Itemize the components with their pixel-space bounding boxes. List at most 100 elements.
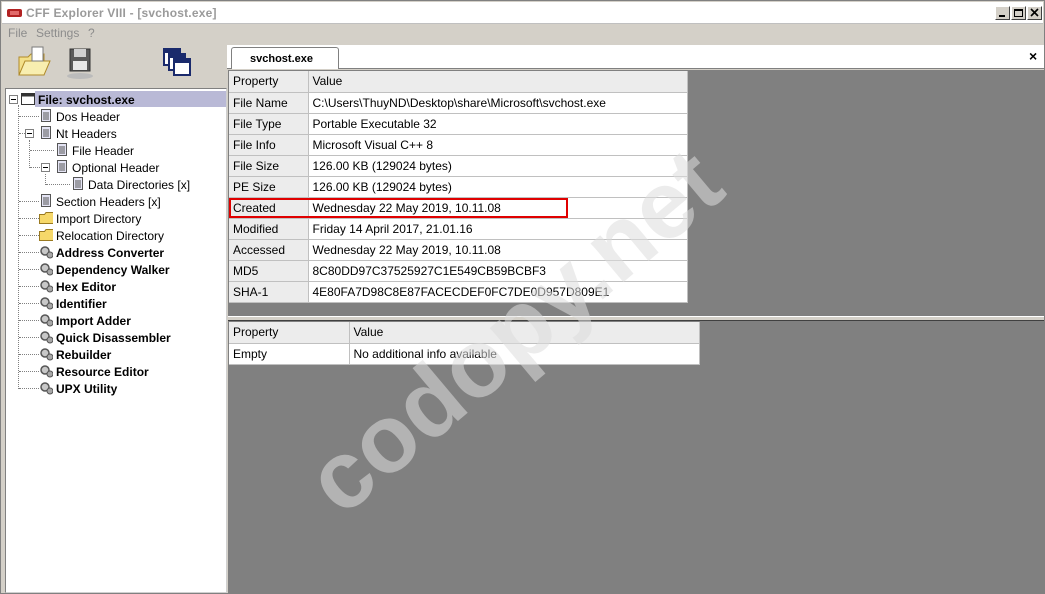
table-row[interactable]: Accessed Wednesday 22 May 2019, 10.11.08: [229, 239, 688, 261]
tree-panel: File: svchost.exe Dos Header Nt Headers …: [5, 88, 227, 593]
column-header-value[interactable]: Value: [349, 322, 700, 344]
value-cell: 8C80DD97C37525927C1E549CB59BCBF3: [308, 260, 688, 282]
tree-item-data-directories[interactable]: Data Directories [x]: [6, 176, 226, 193]
document-icon: [73, 177, 83, 190]
collapse-icon[interactable]: [41, 163, 50, 172]
tree-line: [19, 235, 39, 236]
pane-splitter[interactable]: [228, 316, 1044, 321]
gear-icon: [40, 263, 53, 276]
tree-item-label: File Header: [72, 144, 135, 158]
tree-item-label: Optional Header: [72, 161, 160, 175]
table-row[interactable]: File Info Microsoft Visual C++ 8: [229, 134, 688, 156]
value-cell: Wednesday 22 May 2019, 10.11.08: [308, 239, 688, 261]
tree-tool-hex-editor[interactable]: Hex Editor: [6, 278, 226, 295]
table-row[interactable]: File Name C:\Users\ThuyND\Desktop\share\M…: [229, 92, 688, 114]
tree-line: [19, 320, 39, 321]
folder-icon: [39, 229, 53, 241]
table-row[interactable]: PE Size 126.00 KB (129024 bytes): [229, 176, 688, 198]
tree-tool-label: Rebuilder: [56, 348, 112, 362]
tree-tool-address-converter[interactable]: Address Converter: [6, 244, 226, 261]
tree-line: [19, 337, 39, 338]
tree-line: [19, 218, 39, 219]
tree-item-relocation-directory[interactable]: Relocation Directory: [6, 227, 226, 244]
tree-line: [30, 167, 40, 168]
table-row[interactable]: File Size 126.00 KB (129024 bytes): [229, 155, 688, 177]
menu-settings[interactable]: Settings: [36, 26, 79, 40]
menu-help[interactable]: ?: [88, 26, 95, 40]
tree-item-label: Nt Headers: [56, 127, 117, 141]
window-icon: [21, 93, 35, 105]
tree-tool-resource-editor[interactable]: Resource Editor: [6, 363, 226, 380]
table-row[interactable]: Empty No additional info available: [229, 343, 700, 365]
document-icon: [41, 109, 51, 122]
tree-root[interactable]: File: svchost.exe: [6, 91, 226, 108]
tree-item-dos-header[interactable]: Dos Header: [6, 108, 226, 125]
menu-bar: File Settings ?: [2, 24, 1043, 42]
tree-item-label: Import Directory: [56, 212, 142, 226]
open-file-button[interactable]: [16, 45, 52, 81]
maximize-button[interactable]: [1011, 6, 1026, 20]
table-row[interactable]: Created Wednesday 22 May 2019, 10.11.08: [229, 197, 688, 219]
tree-tool-import-adder[interactable]: Import Adder: [6, 312, 226, 329]
tree-item-file-header[interactable]: File Header: [6, 142, 226, 159]
tree-item-section-headers[interactable]: Section Headers [x]: [6, 193, 226, 210]
table-row[interactable]: SHA-1 4E80FA7D98C8E87FACECDEF0FC7DE0D957D…: [229, 281, 688, 303]
gear-icon: [40, 246, 53, 259]
property-cell: Created: [229, 197, 309, 219]
tree-item-label: Data Directories [x]: [88, 178, 191, 192]
tree-tool-label: Dependency Walker: [56, 263, 170, 277]
tree-line: [19, 252, 39, 253]
collapse-icon[interactable]: [9, 95, 18, 104]
column-header-property[interactable]: Property: [229, 322, 350, 344]
tab-label: svchost.exe: [250, 53, 313, 65]
tree-tool-upx-utility[interactable]: UPX Utility: [6, 380, 226, 397]
tree-tool-label: Resource Editor: [56, 365, 149, 379]
value-cell: 126.00 KB (129024 bytes): [308, 176, 688, 198]
document-icon: [57, 143, 67, 156]
tree-line: [46, 184, 70, 185]
property-cell: File Type: [229, 113, 309, 135]
property-cell: Empty: [229, 343, 350, 365]
minimize-icon: [999, 15, 1005, 17]
tree-tool-rebuilder[interactable]: Rebuilder: [6, 346, 226, 363]
property-cell: Accessed: [229, 239, 309, 261]
close-window-button[interactable]: [1027, 6, 1042, 20]
collapse-icon[interactable]: [25, 129, 34, 138]
property-cell: File Name: [229, 92, 309, 114]
gear-icon: [40, 314, 53, 327]
tree-item-label: Dos Header: [56, 110, 121, 124]
tree-item-import-directory[interactable]: Import Directory: [6, 210, 226, 227]
close-tab-button[interactable]: ×: [1029, 48, 1037, 64]
minimize-button[interactable]: [995, 6, 1010, 20]
tree-tool-dependency-walker[interactable]: Dependency Walker: [6, 261, 226, 278]
table-row[interactable]: Modified Friday 14 April 2017, 21.01.16: [229, 218, 688, 240]
tree-tool-label: Quick Disassembler: [56, 331, 171, 345]
column-header-property[interactable]: Property: [229, 71, 309, 93]
table-row[interactable]: File Type Portable Executable 32: [229, 113, 688, 135]
menu-file[interactable]: File: [8, 26, 27, 40]
maximize-icon: [1014, 9, 1023, 17]
toolbar: [2, 43, 226, 91]
window-title: CFF Explorer VIII - [svchost.exe]: [26, 6, 217, 20]
column-header-value[interactable]: Value: [308, 71, 688, 93]
title-bar: CFF Explorer VIII - [svchost.exe]: [2, 2, 1043, 24]
workspace: Property Value File Name C:\Users\ThuyND\…: [228, 70, 1044, 593]
windows-button[interactable]: [160, 45, 196, 81]
save-button[interactable]: [62, 45, 98, 81]
app-icon: [7, 9, 22, 17]
gear-icon: [40, 382, 53, 395]
value-cell: 4E80FA7D98C8E87FACECDEF0FC7DE0D957D809E1: [308, 281, 688, 303]
tree-line: [19, 286, 39, 287]
gear-icon: [40, 348, 53, 361]
extra-info-table: Property Value Empty No additional info a…: [229, 322, 700, 365]
tree-line: [19, 201, 39, 202]
value-cell: Friday 14 April 2017, 21.01.16: [308, 218, 688, 240]
tree-tool-label: Import Adder: [56, 314, 131, 328]
table-row[interactable]: MD5 8C80DD97C37525927C1E549CB59BCBF3: [229, 260, 688, 282]
tree-tool-quick-disassembler[interactable]: Quick Disassembler: [6, 329, 226, 346]
tree-tool-identifier[interactable]: Identifier: [6, 295, 226, 312]
value-cell: Microsoft Visual C++ 8: [308, 134, 688, 156]
tab-svchost[interactable]: svchost.exe: [231, 47, 339, 69]
tree-item-nt-headers[interactable]: Nt Headers: [6, 125, 226, 142]
tree-item-optional-header[interactable]: Optional Header: [6, 159, 226, 176]
